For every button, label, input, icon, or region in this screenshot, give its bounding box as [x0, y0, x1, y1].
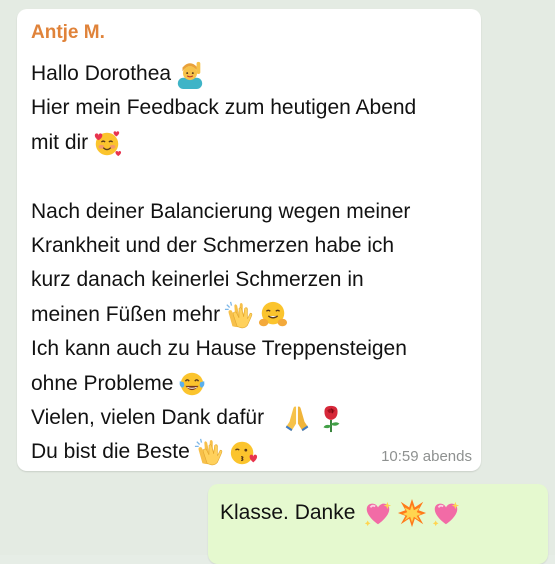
message-line: Vielen, vielen Dank dafür: [31, 401, 467, 435]
face-with-tears-of-joy-icon: [177, 369, 207, 399]
chat-area: Antje M. Hallo Dorothea Hier mein Feedbac…: [0, 0, 555, 564]
smiling-face-with-hearts-icon: [92, 128, 122, 158]
clapping-hands-icon: [224, 300, 254, 330]
outgoing-message-bubble[interactable]: Klasse. Danke: [208, 484, 548, 564]
message-line-text: Krankheit und der Schmerzen habe ich: [31, 233, 395, 257]
person-raising-hand-icon: [175, 59, 205, 90]
face-blowing-kiss-icon: [228, 437, 258, 467]
message-line: Ich kann auch zu Hause Treppensteigen: [31, 332, 467, 366]
message-line-text: Vielen, vielen Dank dafür: [31, 405, 265, 429]
message-line: Nach deiner Balancierung wegen meiner: [31, 195, 467, 229]
message-line-text: Du bist die Beste: [31, 440, 190, 464]
message-line: kurz danach keinerlei Schmerzen in: [31, 263, 467, 297]
message-line: ohne Probleme: [31, 367, 467, 401]
clapping-hands-icon: [194, 437, 224, 467]
message-line: Krankheit und der Schmerzen habe ich: [31, 229, 467, 263]
sparkling-heart-icon: [363, 498, 393, 528]
message-line-text: Hier mein Feedback zum heutigen Abend: [31, 96, 417, 120]
outgoing-message-line: Klasse. Danke: [220, 496, 536, 530]
message-line-text: Nach deiner Balancierung wegen meiner: [31, 199, 411, 223]
message-line-text: meinen Füßen mehr: [31, 302, 221, 326]
message-body: Hallo Dorothea Hier mein Feedback zum heu…: [31, 57, 467, 470]
sparkling-heart-icon: [431, 498, 461, 528]
hugging-face-icon: [258, 300, 288, 330]
message-line-text: Ich kann auch zu Hause Treppensteigen: [31, 337, 407, 361]
message-line-text: mit dir: [31, 130, 89, 154]
incoming-message-bubble[interactable]: Antje M. Hallo Dorothea Hier mein Feedbac…: [17, 9, 481, 471]
message-line: Hier mein Feedback zum heutigen Abend: [31, 91, 467, 125]
message-line: mit dir: [31, 126, 467, 160]
message-timestamp: 10:59 abends: [381, 448, 472, 465]
message-line-text: ohne Probleme: [31, 371, 174, 395]
message-line: Hallo Dorothea: [31, 57, 467, 91]
message-line-text: Hallo Dorothea: [31, 62, 172, 85]
message-line: meinen Füßen mehr: [31, 298, 467, 332]
collision-icon: [397, 498, 427, 528]
message-line-text: kurz danach keinerlei Schmerzen in: [31, 268, 364, 292]
sender-name[interactable]: Antje M.: [31, 22, 467, 44]
outgoing-message-text: Klasse. Danke: [220, 501, 356, 524]
outgoing-emoji-group: [359, 498, 461, 528]
folded-hands-icon: [282, 403, 312, 433]
message-line: [31, 160, 467, 194]
rose-icon: [316, 403, 346, 433]
